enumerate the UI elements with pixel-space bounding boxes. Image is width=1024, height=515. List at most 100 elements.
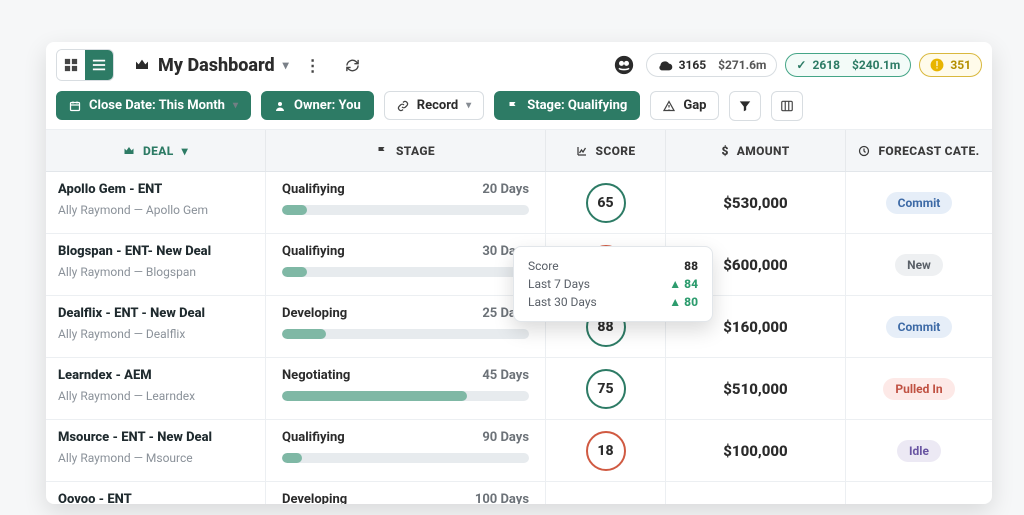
cell-forecast <box>846 482 992 504</box>
stage-progress-bar <box>282 205 529 215</box>
cell-stage: Qualifiying 20 Days <box>266 172 546 233</box>
filter-record[interactable]: Record ▾ <box>384 91 484 120</box>
tooltip-score-value: 88 <box>684 259 698 273</box>
deal-title: Dealflix - ENT - New Deal <box>58 306 253 321</box>
forecast-tag[interactable]: Pulled In <box>883 378 954 400</box>
clock-icon <box>858 145 870 157</box>
column-deal[interactable]: DEAL ▾ <box>46 130 266 171</box>
table-row[interactable]: Learndex - AEM Ally Raymond — Learndex Neg… <box>46 358 992 420</box>
deal-title: Learndex - AEM <box>58 368 253 383</box>
amount-value: $510,000 <box>723 380 787 398</box>
deal-title: Oovoo - ENT <box>58 492 253 504</box>
flag-icon <box>376 145 388 157</box>
stage-days: 100 Days <box>475 492 529 504</box>
deal-title: Msource - ENT - New Deal <box>58 430 253 445</box>
cell-deal: Dealflix - ENT - New Deal Ally Raymond — … <box>46 296 266 357</box>
forecast-tag[interactable]: New <box>895 254 943 276</box>
crown-icon <box>123 145 135 157</box>
dashboard-selector[interactable]: My Dashboard ▾ <box>134 55 289 76</box>
more-menu-button[interactable]: ⋮ <box>297 50 329 80</box>
stage-name: Negotiating <box>282 368 350 383</box>
dashboard-title-text: My Dashboard <box>158 55 275 76</box>
table-row[interactable]: Dealflix - ENT - New Deal Ally Raymond — … <box>46 296 992 358</box>
summary-pill-won[interactable]: ✓ 2618 $240.1m <box>785 53 911 77</box>
cell-deal: Blogspan - ENT- New Deal Ally Raymond — B… <box>46 234 266 295</box>
flag-icon <box>507 100 519 112</box>
deal-subtitle: Ally Raymond — Dealflix <box>58 327 253 341</box>
chart-icon <box>576 145 588 157</box>
grid-view-button[interactable] <box>57 50 85 80</box>
cell-deal: Msource - ENT - New DealAlly Raymond — M… <box>46 420 266 481</box>
deal-title: Apollo Gem - ENT <box>58 182 253 197</box>
deal-subtitle: Ally Raymond — Apollo Gem <box>58 203 253 217</box>
refresh-button[interactable] <box>337 50 369 80</box>
stage-name: Developing <box>282 306 347 321</box>
score-ring[interactable]: 18 <box>586 431 626 471</box>
summary-risk-count: 351 <box>950 58 971 72</box>
calendar-icon <box>69 100 81 112</box>
view-toggle <box>56 49 114 81</box>
score-ring[interactable]: 75 <box>586 369 626 409</box>
filter-bar: Close Date: This Month ▾ Owner: You Reco… <box>46 88 992 130</box>
table-row[interactable]: Msource - ENT - New DealAlly Raymond — M… <box>46 420 992 482</box>
topbar: My Dashboard ▾ ⋮ 3165 $271.6m ✓ 2618 $24… <box>46 42 992 88</box>
chevron-down-icon: ▾ <box>182 144 188 158</box>
cell-stage: Developing100 Days <box>266 482 546 504</box>
forecast-tag[interactable]: Commit <box>886 192 953 214</box>
cell-stage: Negotiating 45 Days <box>266 358 546 419</box>
cell-forecast: Idle <box>846 420 992 481</box>
chevron-down-icon: ▾ <box>283 58 289 72</box>
cell-score: 75 <box>546 358 666 419</box>
deal-subtitle: Ally Raymond — Learndex <box>58 389 253 403</box>
list-view-button[interactable] <box>85 50 113 80</box>
column-amount[interactable]: $ AMOUNT <box>666 130 846 171</box>
cell-forecast: Pulled In <box>846 358 992 419</box>
filter-stage-label: Stage: Qualifying <box>527 98 627 113</box>
deal-title: Blogspan - ENT- New Deal <box>58 244 253 259</box>
chevron-down-icon: ▾ <box>233 100 238 111</box>
forecast-tag[interactable]: Idle <box>897 440 941 462</box>
deal-subtitle: Ally Raymond — Blogspan <box>58 265 253 279</box>
amount-value: $530,000 <box>723 194 787 212</box>
table-row[interactable]: Apollo Gem - ENT Ally Raymond — Apollo Ge… <box>46 172 992 234</box>
cloud-icon <box>657 59 673 71</box>
cell-forecast: Commit <box>846 296 992 357</box>
forecast-tag[interactable]: Commit <box>886 316 953 338</box>
score-ring[interactable]: 65 <box>586 183 626 223</box>
stage-name: Qualifiying <box>282 182 345 197</box>
filter-advanced-button[interactable] <box>729 91 761 121</box>
cell-stage: Qualifiying30 Days <box>266 234 546 295</box>
summary-won-count: 2618 <box>812 58 840 72</box>
filter-stage[interactable]: Stage: Qualifying <box>494 91 640 120</box>
cell-deal: Learndex - AEM Ally Raymond — Learndex <box>46 358 266 419</box>
cell-amount: $100,000 <box>666 420 846 481</box>
filter-gap-label: Gap <box>683 98 706 113</box>
stage-progress-bar <box>282 453 529 463</box>
cell-score: 18 <box>546 420 666 481</box>
link-icon <box>397 100 409 112</box>
filter-owner[interactable]: Owner: You <box>261 91 374 120</box>
amount-value: $100,000 <box>723 442 787 460</box>
tooltip-l7-value: ▲ 84 <box>669 277 698 291</box>
filter-close-date[interactable]: Close Date: This Month ▾ <box>56 91 251 120</box>
column-forecast[interactable]: FORECAST CATE. <box>846 130 992 171</box>
summary-won-amount: $240.1m <box>852 58 900 72</box>
summary-pill-risk[interactable]: 351 <box>919 53 982 77</box>
column-stage[interactable]: STAGE <box>266 130 546 171</box>
stage-progress-bar <box>282 329 529 339</box>
stage-days: 45 Days <box>482 368 529 383</box>
dashboard-panel: My Dashboard ▾ ⋮ 3165 $271.6m ✓ 2618 $24… <box>46 42 992 504</box>
tooltip-l7-label: Last 7 Days <box>528 277 590 291</box>
filter-gap[interactable]: Gap <box>650 91 719 120</box>
cell-amount: $530,000 <box>666 172 846 233</box>
column-score[interactable]: SCORE <box>546 130 666 171</box>
summary-pill-total[interactable]: 3165 $271.6m <box>646 53 778 77</box>
chevron-down-icon: ▾ <box>466 100 471 111</box>
cell-deal: Oovoo - ENT <box>46 482 266 504</box>
stage-days: 20 Days <box>482 182 529 197</box>
table-row[interactable]: Oovoo - ENT Developing100 Days <box>46 482 992 504</box>
columns-button[interactable] <box>771 91 803 121</box>
check-icon: ✓ <box>796 58 806 72</box>
user-avatar[interactable] <box>610 51 638 79</box>
filter-owner-label: Owner: You <box>294 98 361 113</box>
